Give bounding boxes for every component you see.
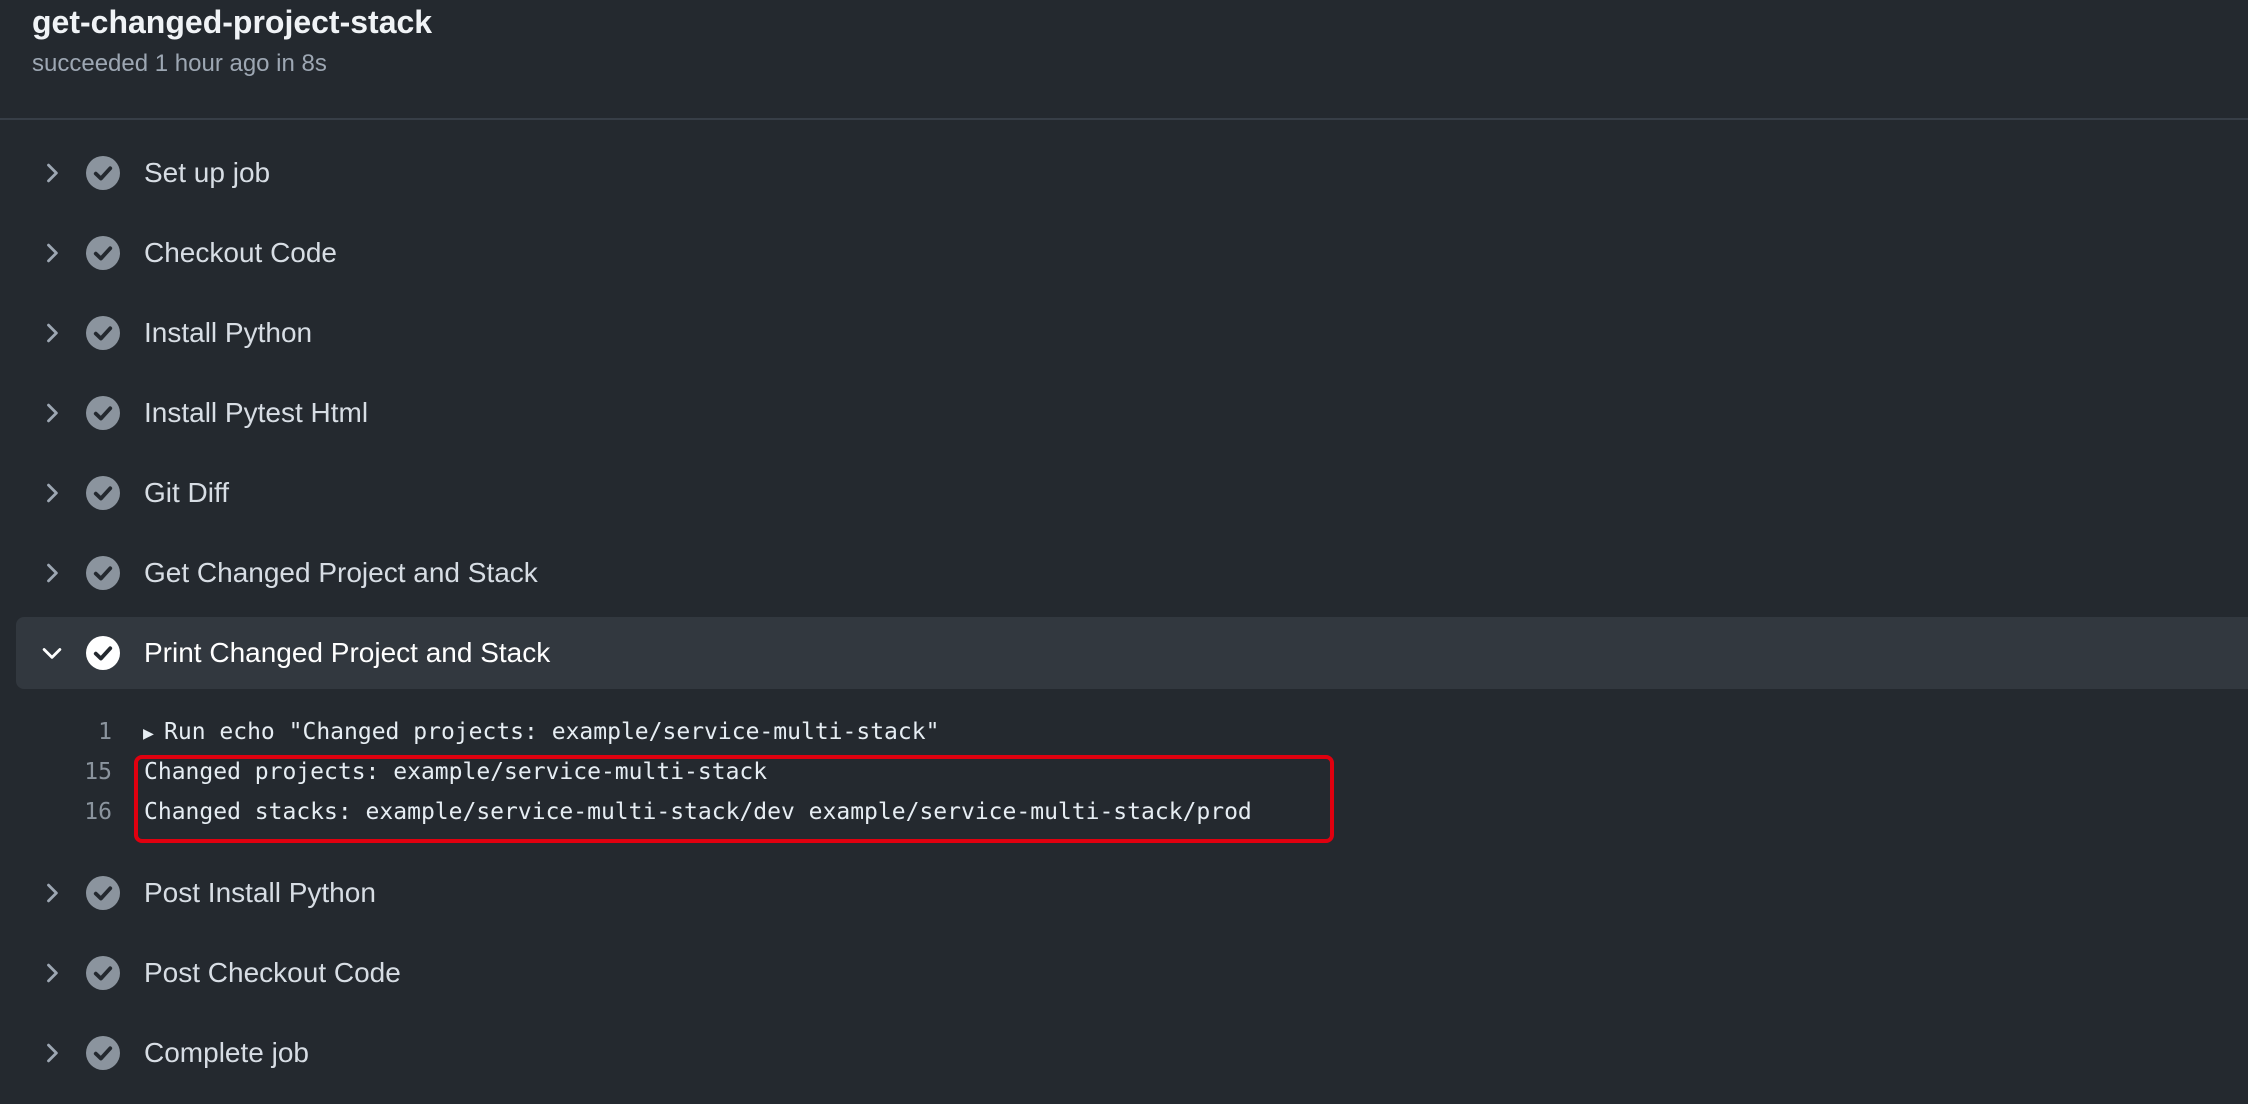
step-row[interactable]: Complete job (16, 1017, 2248, 1089)
step-row[interactable]: Get Changed Project and Stack (16, 537, 2248, 609)
step-row[interactable]: Git Diff (16, 457, 2248, 529)
step-row[interactable]: Print Changed Project and Stack (16, 617, 2248, 689)
job-log-page: get-changed-project-stack succeeded 1 ho… (0, 0, 2248, 1104)
chevron-right-icon[interactable] (38, 319, 66, 347)
step-label: Get Changed Project and Stack (144, 557, 538, 588)
check-circle-icon (86, 316, 120, 350)
check-circle-icon (86, 556, 120, 590)
step-label: Complete job (144, 1037, 309, 1068)
step-label: Install Python (144, 317, 313, 348)
step-label: Checkout Code (144, 237, 338, 268)
check-circle-icon (86, 396, 120, 430)
check-circle-icon (86, 156, 120, 190)
step-label: Post Install Python (144, 877, 376, 908)
step-row[interactable]: Post Checkout Code (16, 937, 2248, 1009)
triangle-right-icon: ▶ (143, 723, 154, 744)
chevron-right-icon[interactable] (38, 159, 66, 187)
check-circle-icon (86, 876, 120, 910)
check-circle-icon (86, 236, 120, 270)
step-row[interactable]: Install Pytest Html (16, 377, 2248, 449)
chevron-right-icon[interactable] (38, 559, 66, 587)
chevron-right-icon[interactable] (38, 239, 66, 267)
header-divider (0, 118, 2248, 120)
annotation-highlight-box (134, 755, 1334, 843)
chevron-right-icon[interactable] (38, 399, 66, 427)
step-label: Install Pytest Html (144, 397, 369, 428)
job-header: get-changed-project-stack succeeded 1 ho… (32, 0, 2212, 118)
step-row[interactable]: Checkout Code (16, 217, 2248, 289)
step-label: Set up job (144, 157, 271, 188)
chevron-right-icon[interactable] (38, 479, 66, 507)
check-circle-icon (86, 956, 120, 990)
step-label: Post Checkout Code (144, 957, 401, 988)
log-line-number[interactable]: 16 (40, 792, 112, 832)
check-circle-icon (86, 1036, 120, 1070)
chevron-right-icon[interactable] (38, 1039, 66, 1067)
step-row[interactable]: Install Python (16, 297, 2248, 369)
chevron-right-icon[interactable] (38, 959, 66, 987)
step-row[interactable]: Set up job (16, 137, 2248, 209)
job-status: succeeded 1 hour ago in 8s (32, 50, 327, 77)
log-line-number[interactable]: 15 (40, 752, 112, 792)
job-title: get-changed-project-stack (32, 4, 433, 40)
step-label: Git Diff (144, 477, 230, 508)
log-line-number[interactable]: 1 (40, 712, 112, 752)
run-command-toggle[interactable]: ▶ Run echo "Changed projects: example/ser… (143, 712, 939, 754)
step-label: Print Changed Project and Stack (144, 637, 551, 668)
step-row[interactable]: Post Install Python (16, 857, 2248, 929)
log-line-text: Run echo "Changed projects: example/serv… (164, 719, 940, 745)
check-circle-icon (86, 476, 120, 510)
chevron-down-icon[interactable] (38, 639, 66, 667)
log-line: 1 ▶ Run echo "Changed projects: example/se… (0, 712, 2248, 752)
check-circle-icon (86, 636, 120, 670)
chevron-right-icon[interactable] (38, 879, 66, 907)
